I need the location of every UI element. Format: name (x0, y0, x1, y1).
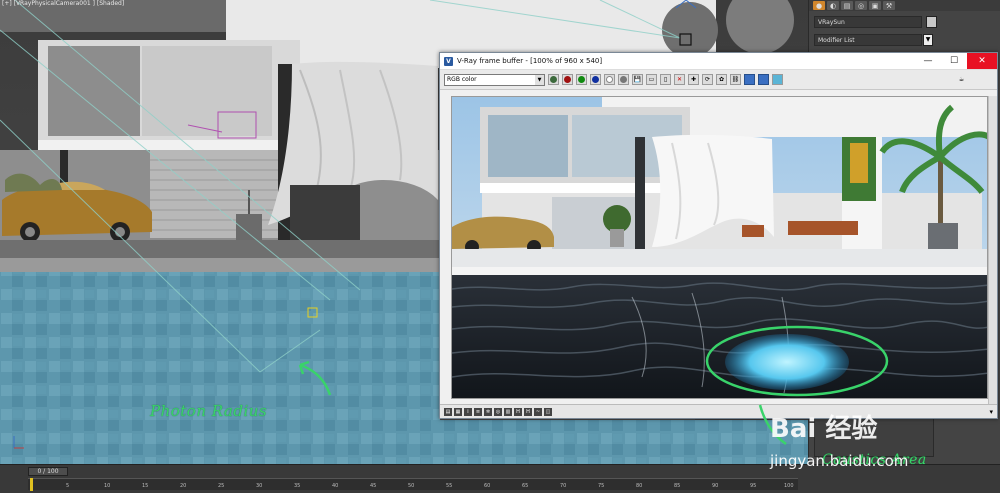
modify-tab-icon[interactable]: ◐ (827, 1, 839, 10)
tick-label: 75 (598, 483, 605, 489)
tick-label: 95 (750, 483, 757, 489)
close-button[interactable]: ✕ (967, 53, 997, 69)
color-correct-icon[interactable] (744, 74, 755, 85)
track-bar[interactable]: 0 5 10 15 20 25 30 35 40 45 50 55 60 65 … (28, 478, 798, 490)
teapot-icon[interactable]: ☕ (956, 74, 967, 85)
tick-label: 15 (142, 483, 149, 489)
command-panel-tabs: ● ◐ ▤ ◎ ▣ ⚒ (809, 0, 1000, 11)
tick-label: 20 (180, 483, 187, 489)
link-icon[interactable]: ⛓ (730, 74, 741, 85)
pixel-info-icon[interactable] (772, 74, 783, 85)
photon-radius-annotation: Photon Radius (150, 402, 268, 420)
baidu-watermark-url: jingyan.baidu.com (770, 452, 909, 470)
tick-label: 50 (408, 483, 415, 489)
compare-icon[interactable]: ▥ (504, 407, 512, 416)
viewport-label[interactable]: [+] [VRayPhysicalCamera001 ] [Shaded] (2, 0, 124, 7)
tick-label: 10 (104, 483, 111, 489)
minimize-button[interactable]: — (915, 53, 941, 69)
window-controls: — ☐ ✕ (915, 53, 997, 69)
create-tab-icon[interactable]: ● (813, 1, 825, 10)
tick-label: 100 (784, 483, 794, 489)
track-mouse-icon[interactable]: ✚ (688, 74, 699, 85)
vfb-titlebar[interactable]: V V-Ray frame buffer - [100% of 960 x 54… (440, 53, 997, 70)
tick-label: 30 (256, 483, 263, 489)
tick-label: 45 (370, 483, 377, 489)
motion-tab-icon[interactable]: ◎ (855, 1, 867, 10)
rendered-image[interactable] (451, 96, 988, 399)
vray-logo-icon: V (444, 56, 453, 66)
load-image-icon[interactable]: ▭ (646, 74, 657, 85)
chevron-down-icon[interactable]: ▾ (989, 408, 993, 416)
tick-label: 35 (294, 483, 301, 489)
display-tab-icon[interactable]: ▣ (869, 1, 881, 10)
tick-label: 40 (332, 483, 339, 489)
time-marker[interactable] (30, 478, 33, 491)
settings-icon[interactable]: ≡ (474, 407, 482, 416)
lut-icon[interactable] (758, 74, 769, 85)
lens-effects-icon[interactable]: ✿ (716, 74, 727, 85)
vray-frame-buffer-window[interactable]: V V-Ray frame buffer - [100% of 960 x 54… (439, 52, 998, 419)
utilities-tab-icon[interactable]: ⚒ (883, 1, 895, 10)
screen: [+] [VRayPhysicalCamera001 ] [Shaded] Ph… (0, 0, 1000, 493)
stamp-icon[interactable]: ▦ (454, 407, 462, 416)
baidu-watermark-logo: Bai 经验 (770, 414, 878, 444)
tick-label: 60 (484, 483, 491, 489)
info-icon[interactable]: i (464, 407, 472, 416)
object-color-swatch[interactable] (926, 16, 937, 28)
vfb-toolbar: RGB color ▼ 💾 ▭ ▯ ✕ ✚ ⟳ ✿ ⛓ ☕ (440, 70, 997, 90)
gear-icon[interactable]: ✲ (484, 407, 492, 416)
vfb-scrollbar[interactable] (988, 96, 997, 404)
channel-select[interactable]: RGB color ▼ (444, 73, 545, 86)
vertical-split-icon[interactable]: H (524, 407, 532, 416)
save-image-icon[interactable]: 💾 (632, 74, 643, 85)
blue-channel-icon[interactable] (590, 74, 601, 85)
red-channel-icon[interactable] (562, 74, 573, 85)
maximize-button[interactable]: ☐ (941, 53, 967, 69)
hierarchy-tab-icon[interactable]: ▤ (841, 1, 853, 10)
render-preview (452, 97, 987, 398)
tick-label: 90 (712, 483, 719, 489)
tick-label: 5 (66, 483, 70, 489)
horizontal-split-icon[interactable]: H (514, 407, 522, 416)
tick-label: 80 (636, 483, 643, 489)
mono-channel-icon[interactable] (618, 74, 629, 85)
save-channel-icon[interactable] (548, 74, 559, 85)
tick-label: 65 (522, 483, 529, 489)
chevron-down-icon: ▼ (535, 74, 544, 85)
chevron-down-icon[interactable]: ▼ (923, 34, 933, 46)
duplicate-icon[interactable]: ▯ (660, 74, 671, 85)
channel-select-value: RGB color (447, 75, 477, 83)
render-region-icon[interactable]: ⟳ (702, 74, 713, 85)
tick-label: 70 (560, 483, 567, 489)
time-slider[interactable]: 0 / 100 (28, 467, 68, 476)
vfb-status-toolbar: ▤ ▦ i ≡ ✲ ◎ ▥ H H ~ ◫ ▾ (440, 404, 997, 418)
clear-image-icon[interactable]: ✕ (674, 74, 685, 85)
alpha-channel-icon[interactable] (604, 74, 615, 85)
pixel-aspect-icon[interactable]: ◫ (544, 407, 552, 416)
modifier-list-dropdown[interactable]: Modifier List (814, 34, 922, 46)
lens-icon[interactable]: ◎ (494, 407, 502, 416)
green-channel-icon[interactable] (576, 74, 587, 85)
tick-label: 25 (218, 483, 225, 489)
tick-label: 55 (446, 483, 453, 489)
history-icon[interactable]: ▤ (444, 407, 452, 416)
curve-icon[interactable]: ~ (534, 407, 542, 416)
object-name-field[interactable]: VRaySun (814, 16, 922, 28)
vfb-title: V-Ray frame buffer - [100% of 960 x 540] (457, 57, 603, 65)
tick-label: 85 (674, 483, 681, 489)
